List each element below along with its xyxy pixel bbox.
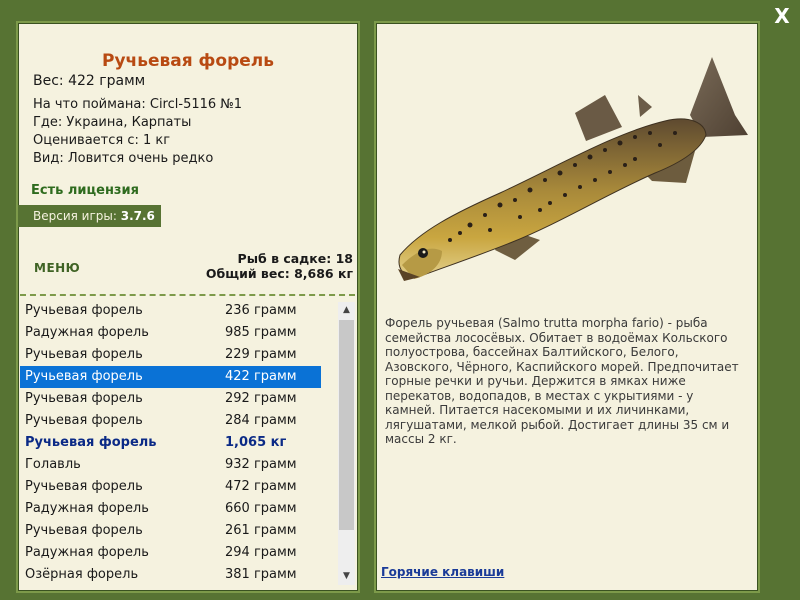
catch-fish-weight: 261 грамм: [225, 523, 297, 538]
close-icon[interactable]: X: [770, 4, 794, 28]
fish-weight: Вес: 422 грамм: [33, 73, 146, 89]
catch-fish-weight: 1,065 кг: [225, 435, 287, 450]
catch-list-row[interactable]: Озёрная форель 381 грамм: [20, 564, 336, 586]
catch-fish-name: Радужная форель: [25, 501, 149, 516]
fish-description: Форель ручьевая (Salmo trutta morpha far…: [385, 316, 739, 446]
catch-list-row[interactable]: Радужная форель 985 грамм: [20, 322, 336, 344]
catch-list-row[interactable]: Ручьевая форель 292 грамм: [20, 388, 336, 410]
catch-fish-name: Ручьевая форель: [25, 523, 143, 538]
catch-fish-weight: 381 грамм: [225, 567, 297, 582]
catch-fish-name: Голавль: [25, 457, 81, 472]
fish-body: [398, 118, 707, 278]
rarity-line: Вид: Ловится очень редко: [33, 151, 214, 166]
catch-fish-weight: 294 грамм: [225, 545, 297, 560]
catch-fish-weight: 229 грамм: [225, 347, 297, 362]
fish-count: Рыб в садке: 18: [237, 251, 353, 266]
catch-fish-name: Радужная форель: [25, 545, 149, 560]
version-label: Версия игры:: [33, 209, 117, 223]
fish-details: На что поймана: Circl-5116 №1 Где: Украи…: [33, 96, 242, 168]
fish-info-panel: Ручьевая форель Вес: 422 грамм На что по…: [16, 21, 360, 593]
catch-list-row[interactable]: Ручьевая форель 472 грамм: [20, 476, 336, 498]
catch-fish-weight: 932 грамм: [225, 457, 297, 472]
catch-list-row[interactable]: Радужная форель 660 грамм: [20, 498, 336, 520]
license-status: Есть лицензия: [31, 183, 139, 198]
hotkeys-link[interactable]: Горячие клавиши: [381, 565, 504, 579]
catch-fish-name: Ручьевая форель: [25, 435, 157, 450]
catch-list-row[interactable]: Ручьевая форель 229 грамм: [20, 344, 336, 366]
divider: [20, 294, 355, 296]
catch-list-row[interactable]: Ручьевая форель 261 грамм: [20, 520, 336, 542]
catch-fish-name: Ручьевая форель: [25, 347, 143, 362]
fish-description-panel: Форель ручьевая (Salmo trutta morpha far…: [374, 21, 760, 593]
catch-fish-weight: 660 грамм: [225, 501, 297, 516]
catch-list-row[interactable]: Ручьевая форель 422 грамм: [20, 366, 321, 388]
catch-fish-name: Ручьевая форель: [25, 479, 143, 494]
total-weight: Общий вес: 8,686 кг: [205, 266, 353, 281]
catch-fish-weight: 284 грамм: [225, 413, 297, 428]
caught-on-line: На что поймана: Circl-5116 №1: [33, 97, 243, 112]
catch-fish-name: Ручьевая форель: [25, 391, 143, 406]
catch-list-row[interactable]: Ручьевая форель 284 грамм: [20, 410, 336, 432]
version-value: 3.7.6: [120, 209, 155, 223]
location-line: Где: Украина, Карпаты: [33, 115, 192, 130]
keepnet-stats: Рыб в садке: 18 Общий вес: 8,686 кг: [206, 251, 353, 281]
brown-trout-image: [398, 57, 748, 281]
catch-fish-weight: 985 грамм: [225, 325, 297, 340]
catch-fish-name: Ручьевая форель: [25, 303, 143, 318]
version-bar: Версия игры: 3.7.6: [18, 205, 161, 227]
catch-list-row[interactable]: Радужная форель 294 грамм: [20, 542, 336, 564]
catch-list-row[interactable]: Ручьевая форель 236 грамм: [20, 300, 336, 322]
catch-fish-name: Радужная форель: [25, 325, 149, 340]
catch-list-row[interactable]: Голавль 932 грамм: [20, 454, 336, 476]
catch-list-row[interactable]: Ручьевая форель 1,065 кг: [20, 432, 336, 454]
catch-fish-weight: 292 грамм: [225, 391, 297, 406]
adipose-fin: [638, 95, 652, 117]
catch-fish-name: Ручьевая форель: [25, 413, 143, 428]
arrow-up-icon[interactable]: ▲: [338, 302, 355, 319]
menu-button[interactable]: МЕНЮ: [34, 261, 80, 275]
fish-title: Ручьевая форель: [101, 51, 274, 71]
catch-fish-name: Ручьевая форель: [25, 369, 143, 384]
catch-fish-name: Озёрная форель: [25, 567, 139, 582]
scroll-thumb[interactable]: [339, 320, 354, 530]
dorsal-fin: [575, 95, 622, 141]
valued-from-line: Оценивается с: 1 кг: [33, 133, 171, 148]
catch-fish-weight: 422 грамм: [225, 369, 297, 384]
catch-list: Ручьевая форель 236 грамм Радужная форель 9…: [20, 300, 336, 588]
catch-fish-weight: 472 грамм: [225, 479, 297, 494]
arrow-down-icon[interactable]: ▼: [338, 568, 355, 585]
catch-fish-weight: 236 грамм: [225, 303, 297, 318]
scrollbar[interactable]: ▲ ▼: [338, 302, 355, 585]
